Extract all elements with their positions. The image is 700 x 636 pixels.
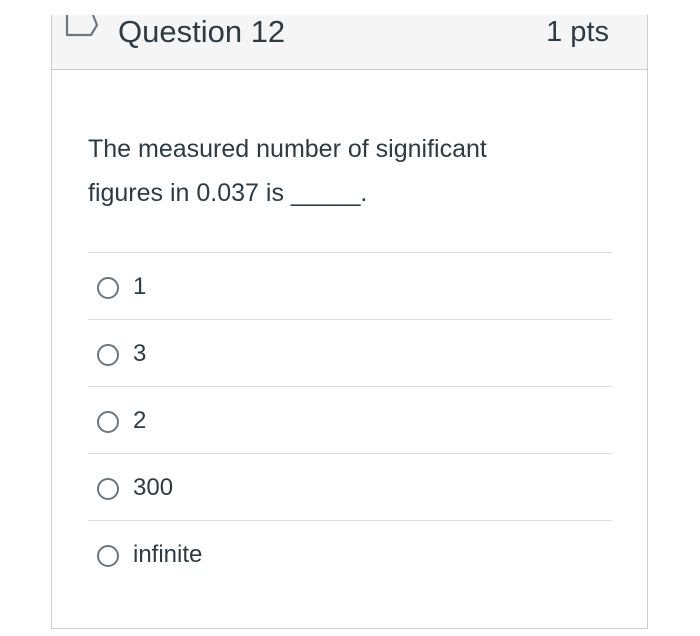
answer-option[interactable]: 2 xyxy=(88,386,612,453)
answer-label: 3 xyxy=(133,340,147,367)
radio-button[interactable] xyxy=(97,344,119,366)
answer-label: infinite xyxy=(133,541,203,568)
answer-label: 2 xyxy=(133,407,147,434)
question-points: 1 pts xyxy=(546,16,609,48)
question-prompt: The measured number of significant figur… xyxy=(88,135,487,207)
radio-button[interactable] xyxy=(97,545,119,567)
answer-option[interactable]: infinite xyxy=(88,520,612,587)
answer-list: 1 3 2 300 infinite xyxy=(88,252,612,587)
answer-label: 1 xyxy=(133,273,147,300)
answer-label: 300 xyxy=(133,474,174,501)
answer-option[interactable]: 300 xyxy=(88,453,612,520)
answer-option[interactable]: 3 xyxy=(88,319,612,386)
question-header: Question 12 1 pts xyxy=(52,15,647,70)
flag-bookmark-icon[interactable] xyxy=(65,15,99,37)
radio-button[interactable] xyxy=(97,277,119,299)
answer-option[interactable]: 1 xyxy=(88,252,612,319)
radio-button[interactable] xyxy=(97,478,119,500)
question-title: Question 12 xyxy=(118,14,286,49)
question-card: Question 12 1 pts The measured number of… xyxy=(51,15,648,629)
radio-button[interactable] xyxy=(97,411,119,433)
